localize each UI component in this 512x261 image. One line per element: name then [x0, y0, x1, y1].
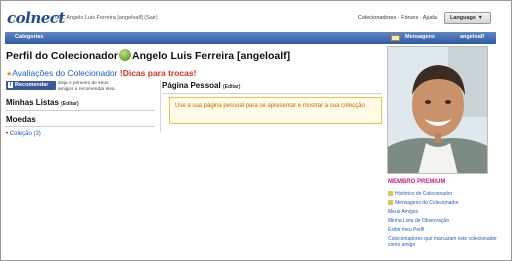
history-icon: [388, 191, 393, 196]
title-prefix: Perfil do Colecionador: [6, 50, 119, 62]
collection-count: (3): [33, 131, 41, 137]
coins-heading: Moedas: [6, 115, 36, 124]
my-friends-link[interactable]: Meus Amigos: [388, 209, 504, 215]
main-nav-bar: Categorias Mensagens angeloalf: [5, 32, 496, 44]
messages-collector-link[interactable]: Mensagens do Colecionador: [388, 200, 504, 206]
premium-member-badge: MEMBRO PREMIUM: [388, 179, 446, 185]
collector-name: Angelo Luis Ferreira [angeloalf]: [132, 50, 291, 62]
verified-badge-icon: [119, 49, 132, 61]
my-lists-title: Minhas Listas: [6, 98, 59, 107]
page-title: Perfil do Colecionador Angelo Luis Ferrei…: [6, 49, 290, 62]
ratings-link[interactable]: Avaliações do Colecionador: [12, 68, 117, 78]
facebook-recommend-label: Recomendar: [15, 82, 49, 88]
trade-tips-link[interactable]: !Dicas para trocas!: [120, 68, 197, 78]
personal-page-edit-link[interactable]: (Editar): [223, 84, 241, 90]
facebook-social-text: Seja o primeiro de seus amigos a recomen…: [58, 81, 116, 92]
section-divider: [5, 126, 155, 127]
profile-links: Histórico do Colecionador Mensagens do C…: [388, 191, 504, 251]
history-link-label: Histórico do Colecionador: [395, 191, 453, 197]
categories-menu[interactable]: Categorias: [15, 34, 43, 40]
facebook-recommend-button[interactable]: f Recomendar: [6, 81, 56, 90]
history-link[interactable]: Histórico do Colecionador: [388, 191, 504, 197]
friended-by-link[interactable]: Colecionadores que marcaram este colecio…: [388, 236, 504, 248]
section-divider: [162, 93, 382, 94]
column-divider: [160, 80, 161, 132]
profile-photo: [387, 46, 488, 174]
section-divider: [5, 110, 155, 111]
facebook-icon: f: [8, 82, 13, 88]
collection-label: Coleção: [9, 131, 32, 137]
messages-link[interactable]: Mensagens: [405, 34, 435, 40]
messages-collector-label: Mensagens do Colecionador: [395, 200, 459, 206]
personal-page-title: Página Pessoal: [162, 81, 221, 90]
username-link[interactable]: angeloalf: [460, 34, 484, 40]
envelope-icon[interactable]: [391, 35, 400, 41]
my-lists-heading: Minhas Listas (Editar): [6, 98, 79, 107]
my-lists-edit-link[interactable]: (Editar): [61, 101, 79, 107]
collection-link[interactable]: • Coleção (3): [6, 131, 41, 137]
top-links[interactable]: Colecionadores · Fóruns · Ajuda: [358, 15, 437, 21]
view-profile-link[interactable]: Exibir meu Perfil: [388, 227, 504, 233]
watchlist-link[interactable]: Minha Lista de Observação: [388, 218, 504, 224]
personal-page-heading: Página Pessoal (Editar): [162, 81, 240, 90]
message-icon: [388, 200, 393, 205]
ratings-row: ★Avaliações do Colecionador !Dicas para …: [6, 68, 196, 78]
profile-photo-image: [388, 47, 487, 173]
personal-page-notice: Use a sua página pessoal para se apresen…: [169, 97, 382, 124]
greeting-text: Olá, Angelo Luis Ferreira [angeloalf] (S…: [55, 15, 158, 21]
language-button[interactable]: Language ▼: [444, 12, 491, 24]
